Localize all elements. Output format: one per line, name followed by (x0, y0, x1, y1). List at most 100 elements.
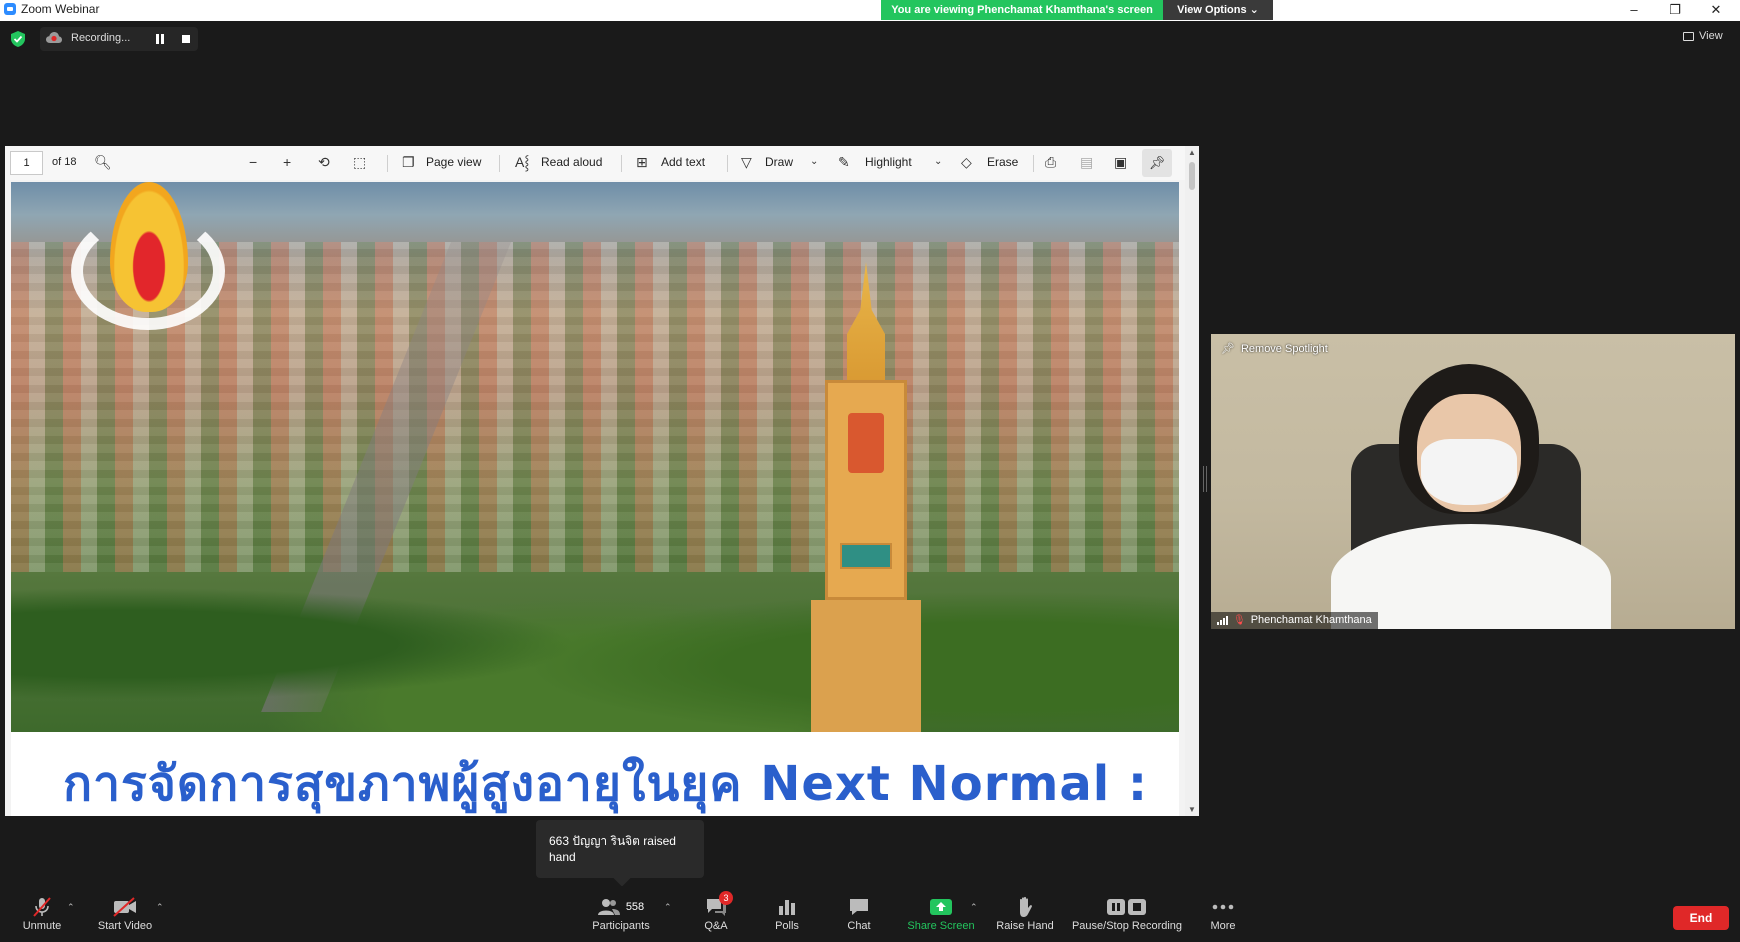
chevron-down-icon: ⌄ (1249, 4, 1259, 16)
unmute-button[interactable]: Unmute (16, 886, 68, 942)
chevron-down-icon[interactable]: ⌄ (810, 154, 818, 170)
save-as-icon[interactable]: ▣ (1114, 154, 1127, 170)
slide-caption-bar: การจัดการสุขภาพผู้สูงอายุในยุค Next Norm… (11, 732, 1179, 816)
draw-button[interactable]: Draw (765, 155, 793, 169)
clock-tower-image (811, 262, 921, 732)
video-off-icon (112, 894, 138, 920)
page-number-input[interactable]: 1 (10, 151, 43, 175)
scroll-down-icon[interactable]: ▼ (1188, 805, 1196, 814)
participant-name: Phenchamat Khamthana (1250, 614, 1372, 626)
polls-button[interactable]: Polls (770, 886, 804, 942)
toolbar-divider (1033, 155, 1034, 172)
raise-hand-label: Raise Hand (996, 920, 1054, 932)
pin-icon: 📌︎ (1221, 343, 1235, 355)
pin-toolbar-icon[interactable]: 📌︎ (1142, 149, 1172, 177)
cloud-recording-icon (46, 32, 62, 43)
add-text-icon: ⊞ (636, 154, 648, 170)
remove-spotlight-label: Remove Spotlight (1240, 342, 1328, 355)
eraser-icon: ◇ (961, 154, 972, 170)
minimize-button[interactable]: – (1614, 0, 1654, 21)
chat-label: Chat (847, 920, 871, 932)
chevron-up-icon[interactable]: ⌃ (970, 902, 978, 913)
start-video-button[interactable]: Start Video (94, 886, 156, 942)
toolbar-divider (727, 155, 728, 172)
share-screen-label: Share Screen (907, 920, 975, 932)
college-logo (65, 182, 231, 342)
toolbar-divider (621, 155, 622, 172)
raise-hand-button[interactable]: Raise Hand (993, 886, 1057, 942)
encryption-shield-icon (11, 31, 25, 47)
chevron-down-icon[interactable]: ⌄ (934, 154, 942, 170)
remove-spotlight-button[interactable]: 📌︎ Remove Spotlight (1221, 342, 1328, 356)
raise-hand-icon (1016, 894, 1034, 920)
chevron-up-icon[interactable]: ⌃ (67, 902, 75, 913)
rotate-icon[interactable]: ⟲ (318, 154, 330, 170)
close-button[interactable]: ✕ (1696, 0, 1736, 21)
share-screen-button[interactable]: Share Screen (905, 886, 977, 942)
print-icon[interactable]: ⎙ (1045, 154, 1056, 170)
erase-button[interactable]: Erase (987, 155, 1018, 169)
save-icon[interactable]: ▤ (1080, 154, 1093, 170)
participant-count: 558 (625, 901, 645, 913)
window-title: Zoom Webinar (21, 2, 100, 16)
participants-button[interactable]: 558 Participants (590, 886, 652, 942)
read-aloud-icon: A⸾ (515, 154, 530, 170)
chat-icon (848, 894, 870, 920)
page-view-button[interactable]: Page view (426, 155, 481, 169)
draw-icon: ▽ (741, 154, 752, 170)
scroll-thumb[interactable] (1189, 162, 1195, 190)
mic-muted-icon: 🎙︎ (1233, 615, 1246, 626)
app-title: Zoom Webinar (4, 2, 99, 16)
pdf-scrollbar[interactable]: ▲ ▼ (1185, 146, 1199, 816)
zoom-out-icon[interactable]: − (249, 154, 257, 170)
highlight-button[interactable]: Highlight (865, 155, 912, 169)
panel-resize-handle[interactable] (1203, 466, 1207, 492)
slide-title: การจัดการสุขภาพผู้สูงอายุในยุค Next Norm… (63, 756, 1149, 812)
read-aloud-button[interactable]: Read aloud (541, 155, 602, 169)
view-label: View (1699, 30, 1723, 42)
qa-badge: 3 (719, 891, 733, 905)
participants-label: Participants (592, 920, 650, 932)
unmute-label: Unmute (22, 920, 62, 932)
pdf-page: การจัดการสุขภาพผู้สูงอายุในยุค Next Norm… (11, 182, 1179, 816)
highlight-icon: ✎ (838, 154, 850, 170)
shared-screen: 1 of 18 🔍︎ − + ⟲ ⬚ ❐ Page view A⸾ Read a… (5, 146, 1199, 816)
chevron-up-icon[interactable]: ⌃ (664, 902, 672, 913)
spotlight-video: 📌︎ Remove Spotlight 🎙︎ Phenchamat Khamth… (1211, 334, 1735, 629)
recording-indicator: Recording... (40, 27, 198, 51)
chevron-up-icon[interactable]: ⌃ (156, 902, 164, 913)
raised-hand-notification[interactable]: 663 ปัญญา รินจิต raised hand (536, 820, 704, 878)
search-icon[interactable]: 🔍︎ (94, 154, 112, 170)
restore-button[interactable]: ❐ (1655, 0, 1695, 21)
viewing-screen-banner: You are viewing Phenchamat Khamthana's s… (881, 0, 1163, 20)
page-view-icon: ❐ (402, 154, 415, 170)
scroll-up-icon[interactable]: ▲ (1188, 148, 1196, 157)
meeting-controls: Unmute ⌃ Start Video ⌃ 558 Participants … (0, 886, 1740, 942)
chat-button[interactable]: Chat (843, 886, 875, 942)
qa-icon: 3 (705, 891, 733, 920)
view-options-button[interactable]: View Options ⌄ (1163, 0, 1273, 20)
zoom-in-icon[interactable]: + (283, 154, 291, 170)
pause-stop-recording-label: Pause/Stop Recording (1071, 920, 1183, 932)
fit-page-icon[interactable]: ⬚ (353, 154, 366, 170)
pdf-toolbar: 1 of 18 🔍︎ − + ⟲ ⬚ ❐ Page view A⸾ Read a… (5, 146, 1199, 180)
gallery-view-icon (1683, 31, 1694, 41)
recording-label: Recording... (71, 32, 131, 44)
view-button[interactable]: View (1683, 30, 1723, 42)
pause-stop-recording-button[interactable]: Pause/Stop Recording (1071, 886, 1183, 942)
more-button[interactable]: More (1208, 886, 1238, 942)
toolbar-divider (499, 155, 500, 172)
pause-recording-icon[interactable] (156, 34, 166, 44)
end-button[interactable]: End (1673, 906, 1729, 930)
zoom-logo-icon (4, 3, 16, 15)
more-dots-icon (1212, 894, 1234, 920)
qa-button[interactable]: 3 Q&A (700, 886, 733, 942)
city-photo (11, 182, 1179, 732)
share-screen-icon (929, 894, 953, 920)
add-text-button[interactable]: Add text (661, 155, 705, 169)
pause-stop-recording-icon (1106, 894, 1148, 920)
page-total: of 18 (52, 156, 77, 168)
participant-name-tag: 🎙︎ Phenchamat Khamthana (1211, 612, 1378, 629)
participants-icon (597, 899, 620, 915)
stop-recording-icon[interactable] (182, 35, 190, 43)
